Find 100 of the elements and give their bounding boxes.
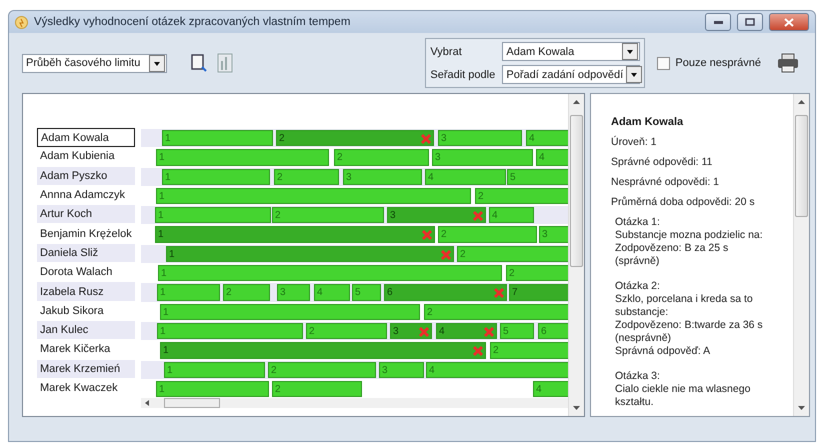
app-icon [15, 16, 28, 28]
answer-bar[interactable]: 5 [352, 284, 381, 301]
answer-bar[interactable]: 2 [334, 149, 429, 166]
scroll-down-arrow[interactable] [572, 403, 581, 412]
minimize-button[interactable] [705, 13, 731, 31]
answer-bar[interactable]: 2 [272, 380, 362, 398]
printer-icon[interactable] [777, 53, 799, 73]
answer-bar[interactable]: 4 [533, 380, 568, 398]
question-number: 1 [159, 151, 165, 166]
question-number: 2 [337, 151, 343, 166]
answer-bar[interactable]: 1 [157, 322, 303, 340]
student-name[interactable]: Artur Koch [37, 205, 135, 224]
cross-icon [472, 210, 484, 222]
question-number: 2 [493, 344, 499, 358]
question-text: Szklo, porcelana i kreda sa to substancje: [615, 293, 754, 319]
answer-bar[interactable]: 7 [509, 284, 568, 301]
close-button[interactable] [769, 13, 809, 31]
answer-bar[interactable]: 1 [160, 304, 420, 320]
vertical-scrollbar[interactable] [568, 94, 584, 416]
answer-bar[interactable]: 2 [457, 246, 568, 262]
answer-bar[interactable]: 6 [538, 322, 568, 340]
student-name[interactable]: Daniela Sliž [37, 244, 135, 264]
student-name[interactable]: Jan Kulec [37, 320, 135, 340]
scroll-left-arrow[interactable] [144, 399, 150, 408]
question-number: 1 [163, 344, 169, 358]
question-number: 4 [539, 151, 545, 166]
answer-bar[interactable]: 2 [272, 207, 384, 224]
horizontal-scrollbar[interactable] [141, 398, 568, 408]
document-icon[interactable] [189, 53, 209, 73]
answer-bar[interactable]: 1 [156, 380, 269, 398]
answer-bar[interactable]: 3 [539, 226, 568, 243]
answer-bar[interactable]: 2 [438, 226, 537, 243]
student-name[interactable]: Marek Krzemień [37, 360, 135, 379]
answer-bar[interactable]: 3 [379, 362, 424, 378]
answer-bar[interactable]: 1 [156, 188, 471, 204]
detail-scrollbar[interactable] [793, 94, 809, 416]
answer-bar[interactable]: 2 [223, 284, 270, 301]
answer-bar[interactable]: 3 [432, 149, 533, 166]
question-number: 2 [478, 190, 484, 204]
answer-bar[interactable]: 4 [425, 168, 506, 185]
question-number: 2 [226, 286, 232, 300]
answer-bar[interactable]: 4 [436, 322, 497, 340]
student-name[interactable]: Izabela Rusz [37, 282, 135, 302]
answer-bar[interactable]: 1 [166, 246, 454, 262]
stat-text: Nesprávné odpovědi: 1 [611, 176, 720, 188]
answer-bar[interactable]: 1 [160, 342, 486, 359]
question-number: 1 [160, 324, 166, 339]
scroll-up-arrow[interactable] [572, 98, 581, 107]
answer-bar[interactable]: 3 [390, 322, 432, 340]
answer-bar[interactable]: 2 [506, 265, 568, 282]
question-number: 3 [393, 324, 399, 339]
answer-bar[interactable]: 3 [343, 168, 422, 185]
answer-bar[interactable]: 4 [314, 284, 350, 301]
question-number: 1 [169, 248, 175, 262]
student-name[interactable]: Adam Kowala [37, 128, 135, 148]
view-select[interactable]: Průběh časového limitu [22, 54, 167, 72]
answer-bar[interactable]: 4 [426, 362, 568, 378]
question-number: 2 [271, 364, 277, 378]
answer-bar[interactable]: 2 [424, 304, 568, 320]
answer-bar[interactable]: 2 [475, 188, 568, 204]
answer-bar[interactable]: 3 [387, 207, 486, 224]
answer-bar[interactable]: 1 [162, 130, 273, 146]
answer-bar[interactable]: 3 [277, 284, 310, 301]
answer-bar[interactable]: 2 [490, 342, 568, 359]
answer-bar[interactable]: 2 [274, 168, 339, 185]
answer-bar[interactable]: 4 [526, 130, 568, 146]
answer-bar[interactable]: 1 [156, 149, 329, 166]
question-number: 1 [159, 382, 165, 397]
answer-bar[interactable]: 1 [155, 207, 271, 224]
only-wrong-checkbox[interactable]: Pouze nesprávné [657, 56, 761, 70]
answer-bar[interactable]: 4 [489, 207, 534, 224]
question-number: 1 [158, 228, 164, 242]
scroll-down-arrow[interactable] [797, 403, 806, 412]
sort-select[interactable]: Pořadí zadání odpovědí [502, 65, 640, 84]
question-number: 2 [509, 267, 515, 282]
question-number: 4 [317, 286, 323, 300]
answer-bar[interactable]: 1 [157, 284, 220, 301]
answer-bar[interactable]: 1 [164, 362, 265, 378]
student-name[interactable]: Adam Pyszko [37, 166, 135, 186]
answer-bar[interactable]: 1 [158, 265, 502, 282]
question-number: 3 [346, 170, 352, 185]
stat-text: Úroveň: 1 [611, 136, 658, 148]
question-number: 1 [159, 190, 165, 204]
answer-bar[interactable]: 2 [276, 130, 434, 146]
maximize-button[interactable] [737, 13, 763, 31]
answer-bar[interactable]: 1 [162, 168, 270, 185]
answer-bar[interactable]: 2 [268, 362, 376, 378]
answer-bar[interactable]: 1 [155, 226, 435, 243]
question-number: 4 [439, 324, 445, 339]
answer-bar[interactable]: 5 [507, 168, 568, 185]
cross-icon [418, 326, 430, 338]
answer-bar[interactable]: 6 [384, 284, 507, 301]
answer-bar[interactable]: 3 [438, 130, 522, 146]
question-number: 1 [158, 209, 164, 224]
answer-bar[interactable]: 5 [500, 322, 534, 340]
question-number: 2 [427, 306, 433, 320]
answer-bar[interactable]: 4 [536, 149, 568, 166]
answer-bar[interactable]: 2 [306, 322, 387, 340]
person-select[interactable]: Adam Kowala [502, 42, 640, 61]
scroll-up-arrow[interactable] [797, 98, 806, 107]
